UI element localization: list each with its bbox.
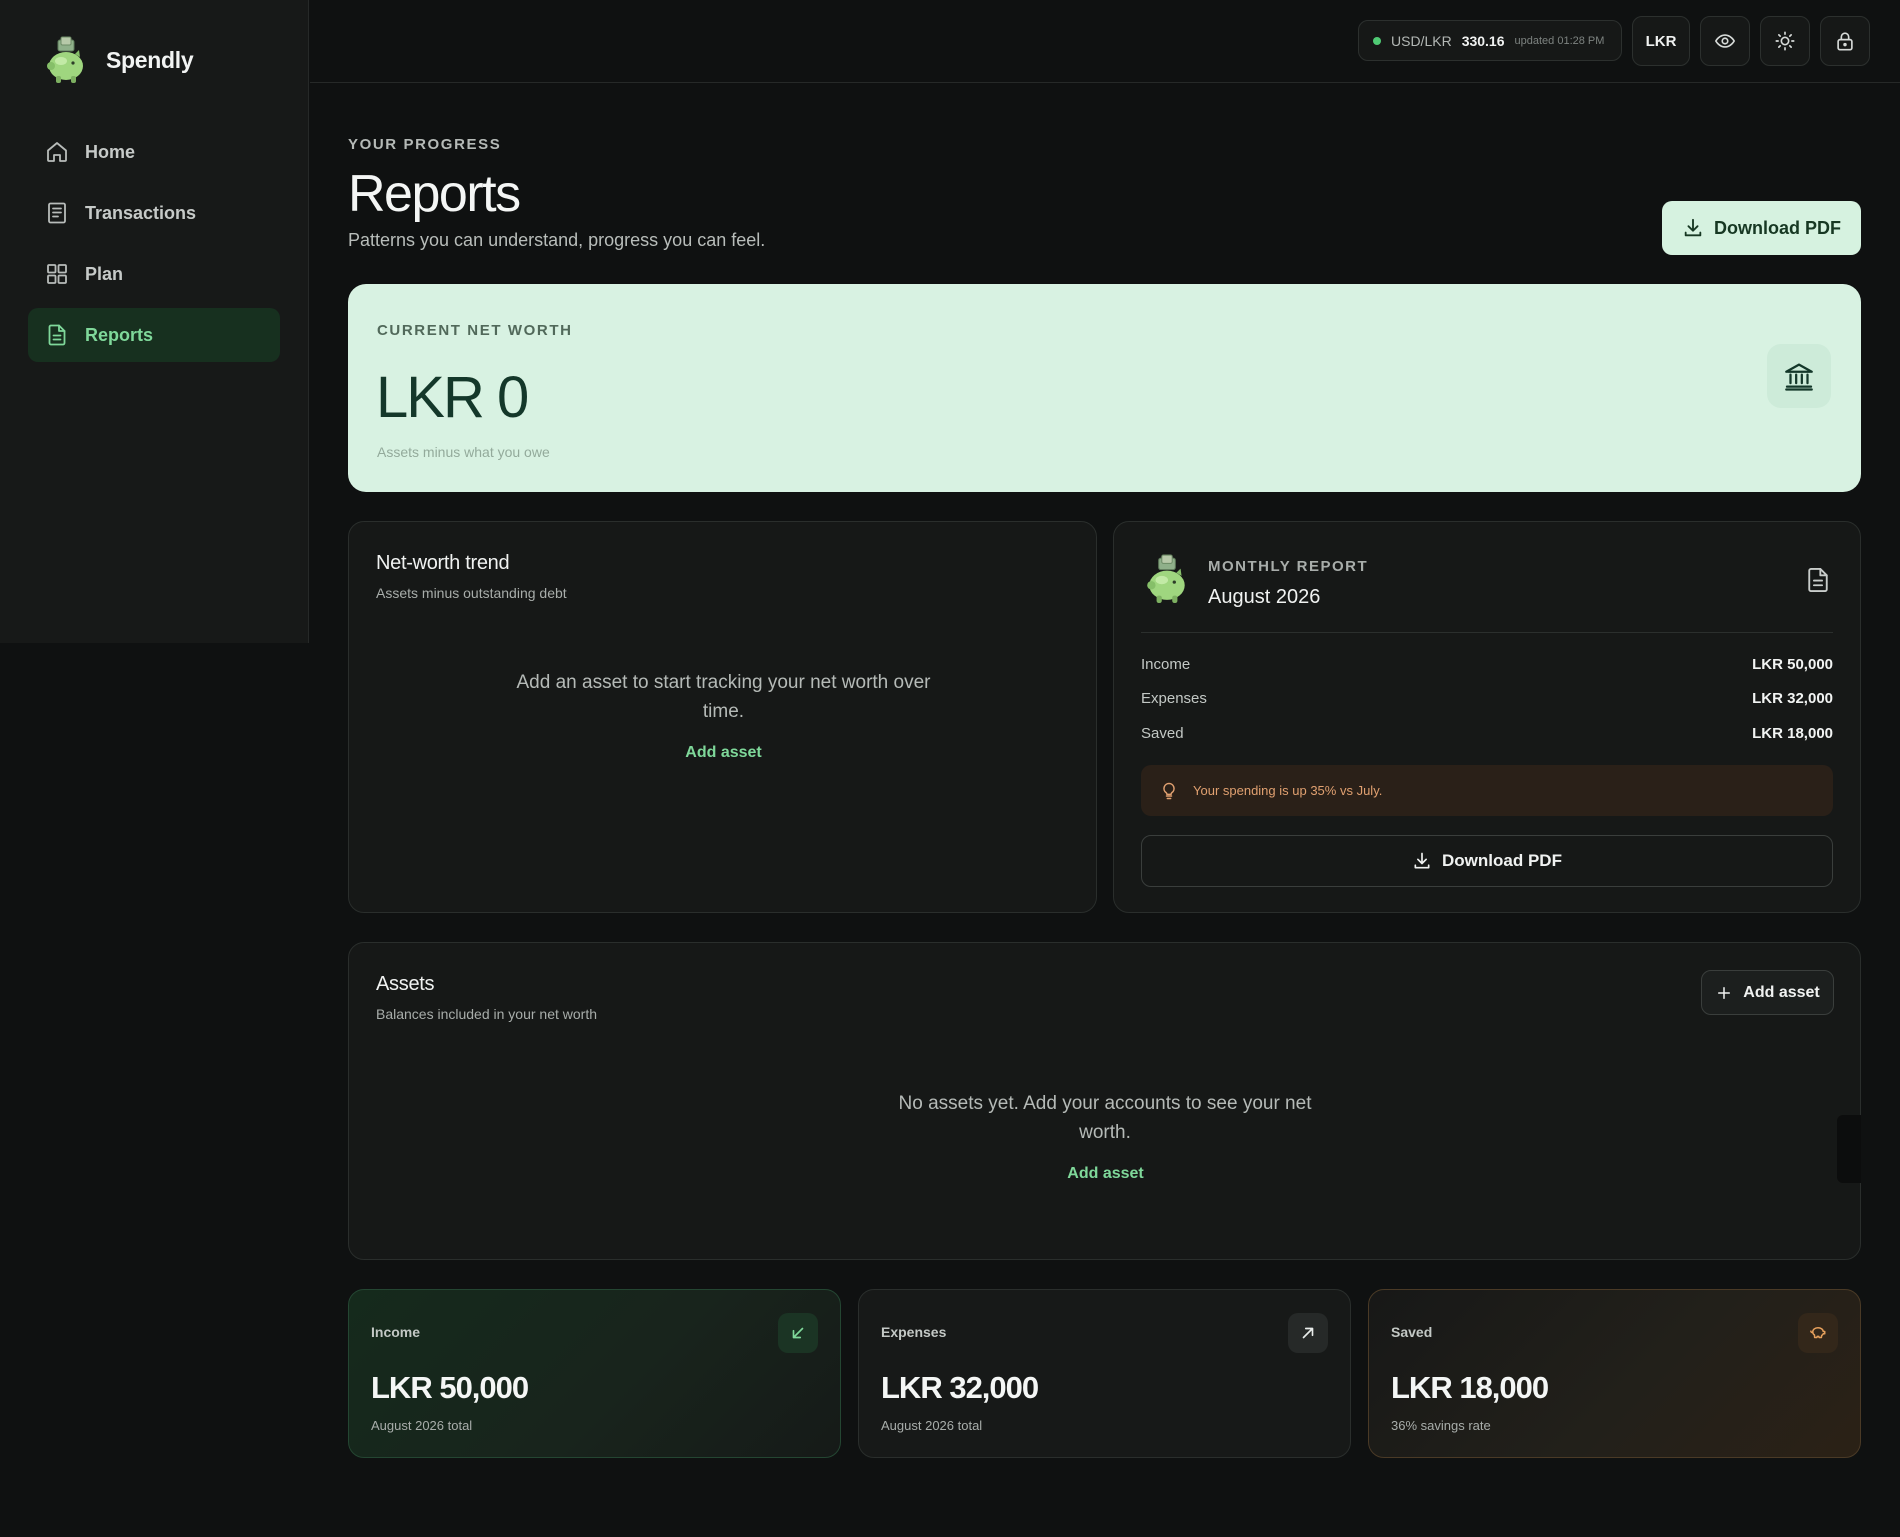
side-handle[interactable]: [1837, 1115, 1861, 1183]
stat-amount: LKR 18,000: [1391, 1370, 1549, 1405]
lock-icon: [1837, 32, 1853, 51]
sidebar-item-reports[interactable]: Reports: [28, 308, 280, 362]
report-row-expenses: Expenses LKR 32,000: [1141, 690, 1833, 707]
sidebar-item-label: Transactions: [85, 202, 197, 223]
net-worth-label: CURRENT NET WORTH: [377, 322, 573, 339]
trend-empty-message: Add an asset to start tracking your net …: [516, 672, 931, 722]
page-subtitle: Patterns you can understand, progress yo…: [348, 230, 766, 250]
home-icon: [47, 142, 67, 162]
report-row-label: Expenses: [1141, 690, 1207, 707]
report-row-saved: Saved LKR 18,000: [1141, 725, 1833, 742]
monthly-report-eyebrow: MONTHLY REPORT: [1208, 558, 1369, 575]
piggy-bank-icon: [1810, 1327, 1826, 1339]
eye-icon: [1715, 34, 1735, 48]
add-asset-button[interactable]: Add asset: [1701, 970, 1834, 1015]
monthly-report-month: August 2026: [1208, 586, 1321, 608]
stat-label: Saved: [1391, 1324, 1433, 1340]
report-row-value: LKR 18,000: [1752, 725, 1833, 742]
saved-stat-card: Saved LKR 18,000 36% savings rate: [1368, 1289, 1861, 1458]
piggy-bank-icon: [1147, 554, 1185, 603]
stat-sub: 36% savings rate: [1391, 1418, 1491, 1433]
rate-updated: updated 01:28 PM: [1514, 34, 1605, 47]
rate-value: 330.16: [1461, 32, 1505, 49]
report-row-value: LKR 32,000: [1752, 690, 1833, 707]
report-row-value: LKR 50,000: [1752, 656, 1833, 673]
report-row-label: Income: [1141, 656, 1191, 673]
status-dot: [1373, 36, 1381, 45]
piggy-bank-icon: [47, 36, 83, 83]
lock-button[interactable]: [1820, 16, 1870, 66]
trend-add-asset-link[interactable]: Add asset: [349, 744, 1098, 762]
theme-toggle-button[interactable]: [1760, 16, 1810, 66]
assets-empty-message: No assets yet. Add your accounts to see …: [898, 1093, 1312, 1143]
sun-icon: [1775, 31, 1795, 51]
income-stat-card: Income LKR 50,000 August 2026 total: [348, 1289, 841, 1458]
brand[interactable]: Spendly: [44, 36, 194, 84]
report-download-pdf-button[interactable]: Download PDF: [1141, 835, 1833, 887]
stat-label: Expenses: [881, 1324, 947, 1340]
bank-icon: [1785, 363, 1813, 391]
currency-button[interactable]: LKR: [1632, 16, 1690, 66]
divider: [1141, 632, 1833, 633]
exchange-rate-pill: USD/LKR 330.16 updated 01:28 PM: [1358, 20, 1622, 61]
receipt-icon: [48, 202, 66, 224]
bank-badge: [1767, 344, 1831, 408]
rate-pair: USD/LKR: [1391, 32, 1452, 49]
page-eyebrow: YOUR PROGRESS: [348, 136, 502, 153]
spending-insight: Your spending is up 35% vs July.: [1141, 765, 1833, 816]
plus-icon: [1718, 986, 1731, 999]
sidebar: Spendly Home Transactions Plan Reports: [0, 0, 309, 643]
assets-title: Assets: [376, 973, 435, 995]
stat-amount: LKR 50,000: [371, 1370, 529, 1405]
sidebar-item-home[interactable]: Home: [28, 125, 280, 179]
net-worth-card: CURRENT NET WORTH LKR 0 Assets minus wha…: [348, 284, 1861, 492]
net-worth-trend-card: Net-worth trend Assets minus outstanding…: [348, 521, 1097, 913]
assets-add-asset-link[interactable]: Add asset: [349, 1165, 1862, 1183]
arrow-up-right-icon: [1302, 1327, 1314, 1339]
assets-card: Assets Balances included in your net wor…: [348, 942, 1861, 1260]
add-asset-label: Add asset: [1743, 983, 1820, 1001]
trend-title: Net-worth trend: [376, 552, 510, 574]
grid-icon: [47, 264, 67, 284]
monthly-report-card: MONTHLY REPORT August 2026 Income LKR 50…: [1113, 521, 1861, 913]
download-icon: [1684, 218, 1702, 237]
download-icon: [1414, 852, 1430, 869]
stat-icon-badge: [1798, 1313, 1838, 1353]
report-download-label: Download PDF: [1442, 851, 1562, 870]
report-row-label: Saved: [1141, 725, 1184, 742]
lightbulb-icon: [1163, 782, 1175, 799]
trend-subtitle: Assets minus outstanding debt: [376, 585, 567, 601]
stat-sub: August 2026 total: [371, 1418, 473, 1433]
stat-icon-badge: [778, 1313, 818, 1353]
stat-sub: August 2026 total: [881, 1418, 983, 1433]
assets-subtitle: Balances included in your net worth: [376, 1006, 598, 1022]
net-worth-amount: LKR 0: [376, 365, 529, 430]
stat-icon-badge: [1288, 1313, 1328, 1353]
sidebar-item-label: Plan: [85, 263, 124, 284]
page-title: Reports: [348, 165, 521, 223]
arrow-down-left-icon: [792, 1327, 804, 1339]
sidebar-item-label: Home: [85, 141, 136, 162]
download-pdf-label: Download PDF: [1714, 217, 1841, 238]
document-icon: [1808, 567, 1828, 593]
download-pdf-button[interactable]: Download PDF: [1662, 201, 1861, 255]
open-report-button[interactable]: [1804, 566, 1832, 594]
app-name: Spendly: [106, 46, 194, 73]
report-row-income: Income LKR 50,000: [1141, 656, 1833, 673]
toggle-visibility-button[interactable]: [1700, 16, 1750, 66]
stat-label: Income: [371, 1324, 421, 1340]
insight-text: Your spending is up 35% vs July.: [1193, 783, 1383, 798]
document-icon: [48, 324, 66, 346]
stat-amount: LKR 32,000: [881, 1370, 1039, 1405]
net-worth-hint: Assets minus what you owe: [377, 444, 550, 460]
sidebar-item-plan[interactable]: Plan: [28, 247, 280, 301]
sidebar-item-label: Reports: [85, 324, 154, 345]
sidebar-nav: Home Transactions Plan Reports: [28, 125, 280, 369]
sidebar-item-transactions[interactable]: Transactions: [28, 186, 280, 240]
expenses-stat-card: Expenses LKR 32,000 August 2026 total: [858, 1289, 1351, 1458]
